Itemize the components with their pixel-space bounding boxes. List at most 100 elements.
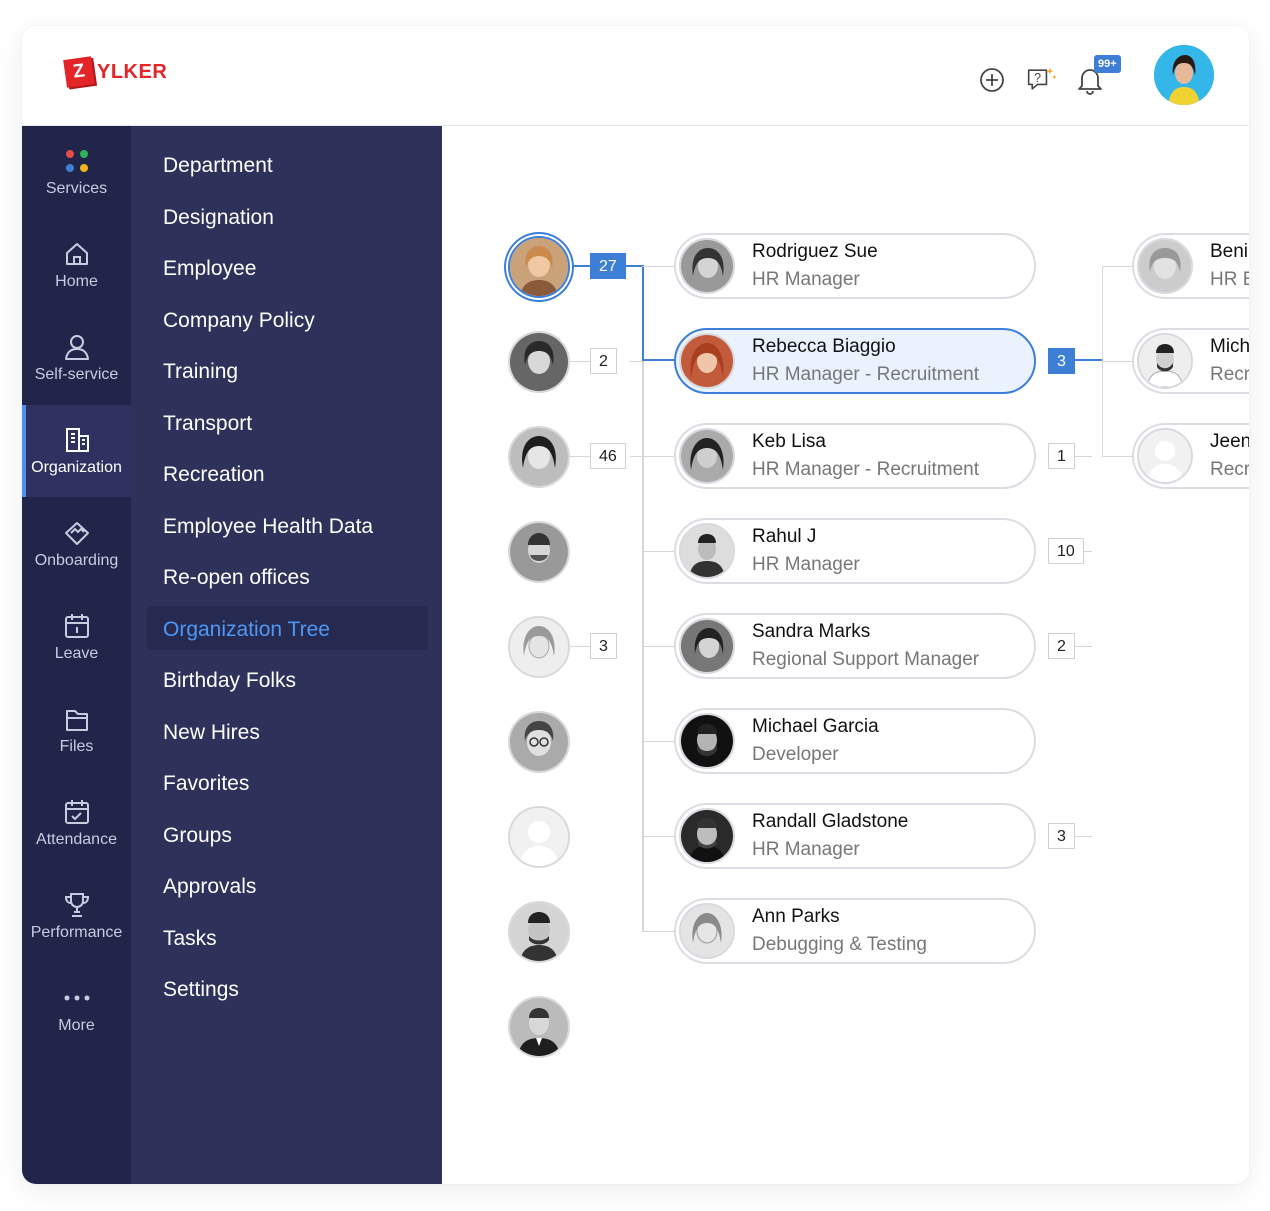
employee-name: Beni	[1210, 241, 1249, 262]
level1-avatar[interactable]	[508, 331, 570, 393]
employee-card[interactable]: Jeen Recr	[1132, 423, 1249, 489]
employee-card[interactable]: Mich Recr	[1132, 328, 1249, 394]
employee-name: Sandra Marks	[752, 621, 871, 642]
rail-label: Self-service	[34, 366, 119, 383]
employee-name: Rodriguez Sue	[752, 241, 878, 262]
rail-home[interactable]: Home	[22, 219, 131, 311]
submenu-recreation[interactable]: Recreation	[163, 460, 265, 490]
rail-leave[interactable]: Leave	[22, 591, 131, 683]
level2-report-count[interactable]: 3	[1048, 348, 1075, 374]
employee-card[interactable]: Michael Garcia Developer	[674, 708, 1036, 774]
employee-photo-placeholder	[1137, 428, 1193, 484]
employee-card[interactable]: Rodriguez Sue HR Manager	[674, 233, 1036, 299]
rail-services[interactable]: Services	[22, 126, 131, 218]
calendar-check-icon	[63, 797, 91, 827]
employee-name: Keb Lisa	[752, 431, 826, 452]
level1-avatar[interactable]	[508, 616, 570, 678]
submenu-new-hires[interactable]: New Hires	[163, 718, 260, 748]
submenu-employee-health-data[interactable]: Employee Health Data	[163, 512, 373, 542]
organization-submenu: Department Designation Employee Company …	[131, 126, 442, 1184]
rail-label: Leave	[54, 645, 99, 662]
branch-line	[1102, 266, 1132, 267]
rail-self-service[interactable]: Self-service	[22, 312, 131, 404]
employee-card[interactable]: Ann Parks Debugging & Testing	[674, 898, 1036, 964]
branch-line	[1102, 456, 1132, 457]
notification-badge: 99+	[1094, 55, 1121, 73]
level1-avatar[interactable]	[508, 996, 570, 1058]
employee-card[interactable]: Randall Gladstone HR Manager	[674, 803, 1036, 869]
submenu-employee[interactable]: Employee	[163, 254, 256, 284]
submenu-groups[interactable]: Groups	[163, 821, 232, 851]
rail-label: Attendance	[36, 831, 117, 848]
submenu-department[interactable]: Department	[163, 151, 273, 181]
files-icon	[63, 704, 91, 734]
branch-line	[570, 646, 590, 647]
org-tree-canvas: 27 2 46 3 Rodriguez Sue HR Manager Rebec…	[442, 126, 1249, 1184]
employee-role: Recr	[1210, 364, 1249, 385]
level1-report-count[interactable]: 27	[590, 253, 626, 279]
rail-onboarding[interactable]: Onboarding	[22, 498, 131, 590]
rail-attendance[interactable]: Attendance	[22, 777, 131, 869]
submenu-training[interactable]: Training	[163, 357, 238, 387]
level1-avatar[interactable]	[508, 521, 570, 583]
handshake-icon	[62, 518, 92, 548]
level2-report-count[interactable]: 10	[1048, 538, 1084, 564]
employee-card[interactable]: Rahul J HR Manager	[674, 518, 1036, 584]
top-header: Z YLKER ? 99+	[22, 26, 1249, 126]
user-avatar[interactable]	[1154, 45, 1214, 105]
level1-avatar[interactable]	[508, 426, 570, 488]
submenu-tasks[interactable]: Tasks	[163, 924, 217, 954]
level2-report-count[interactable]: 3	[1048, 823, 1075, 849]
submenu-transport[interactable]: Transport	[163, 409, 252, 439]
employee-photo	[679, 333, 735, 389]
employee-card[interactable]: Keb Lisa HR Manager - Recruitment	[674, 423, 1036, 489]
level2-report-count[interactable]: 2	[1048, 633, 1075, 659]
rail-label: Home	[55, 273, 98, 290]
rail-label: Organization	[31, 459, 122, 476]
help-icon[interactable]: ?	[1026, 64, 1058, 96]
level2-report-count[interactable]: 1	[1048, 443, 1075, 469]
level1-report-count[interactable]: 46	[590, 443, 626, 469]
employee-photo	[1137, 333, 1193, 389]
employee-photo	[679, 713, 735, 769]
employee-card[interactable]: Beni HR E	[1132, 233, 1249, 299]
zylker-logo[interactable]: Z YLKER	[63, 56, 167, 88]
submenu-company-policy[interactable]: Company Policy	[163, 306, 315, 336]
rail-performance[interactable]: Performance	[22, 870, 131, 962]
employee-card-selected[interactable]: Rebecca Biaggio HR Manager - Recruitment	[674, 328, 1036, 394]
level1-avatar-placeholder[interactable]	[508, 806, 570, 868]
rail-organization[interactable]: Organization	[22, 405, 131, 497]
employee-photo	[679, 238, 735, 294]
level1-avatar[interactable]	[508, 236, 570, 298]
logo-mark: Z	[63, 56, 95, 88]
rail-label: Services	[45, 180, 108, 197]
branch-line	[642, 741, 674, 742]
level1-avatar[interactable]	[508, 901, 570, 963]
level1-report-count[interactable]: 2	[590, 348, 617, 374]
branch-line	[630, 456, 642, 457]
submenu-designation[interactable]: Designation	[163, 203, 274, 233]
employee-name: Rahul J	[752, 526, 817, 547]
submenu-reopen-offices[interactable]: Re-open offices	[163, 563, 310, 593]
branch-line	[630, 361, 642, 362]
submenu-settings[interactable]: Settings	[163, 975, 239, 1005]
rail-files[interactable]: Files	[22, 684, 131, 776]
level2-trunk-line	[642, 268, 644, 932]
rail-more[interactable]: More	[22, 963, 131, 1055]
rail-label: Onboarding	[34, 552, 119, 569]
app-window: Z YLKER ? 99+ Services Home Self-service	[22, 26, 1249, 1184]
branch-line	[642, 646, 674, 647]
level1-report-count[interactable]: 3	[590, 633, 617, 659]
level1-avatar[interactable]	[508, 711, 570, 773]
submenu-approvals[interactable]: Approvals	[163, 872, 256, 902]
add-icon[interactable]	[976, 64, 1008, 96]
employee-card[interactable]: Sandra Marks Regional Support Manager	[674, 613, 1036, 679]
selected-path-line	[642, 359, 674, 361]
submenu-favorites[interactable]: Favorites	[163, 769, 249, 799]
submenu-organization-tree[interactable]: Organization Tree	[163, 615, 330, 645]
trophy-icon	[63, 890, 91, 920]
submenu-birthday-folks[interactable]: Birthday Folks	[163, 666, 296, 696]
more-dots-icon	[63, 983, 91, 1013]
branch-line	[642, 266, 674, 267]
employee-role: Recr	[1210, 459, 1249, 480]
